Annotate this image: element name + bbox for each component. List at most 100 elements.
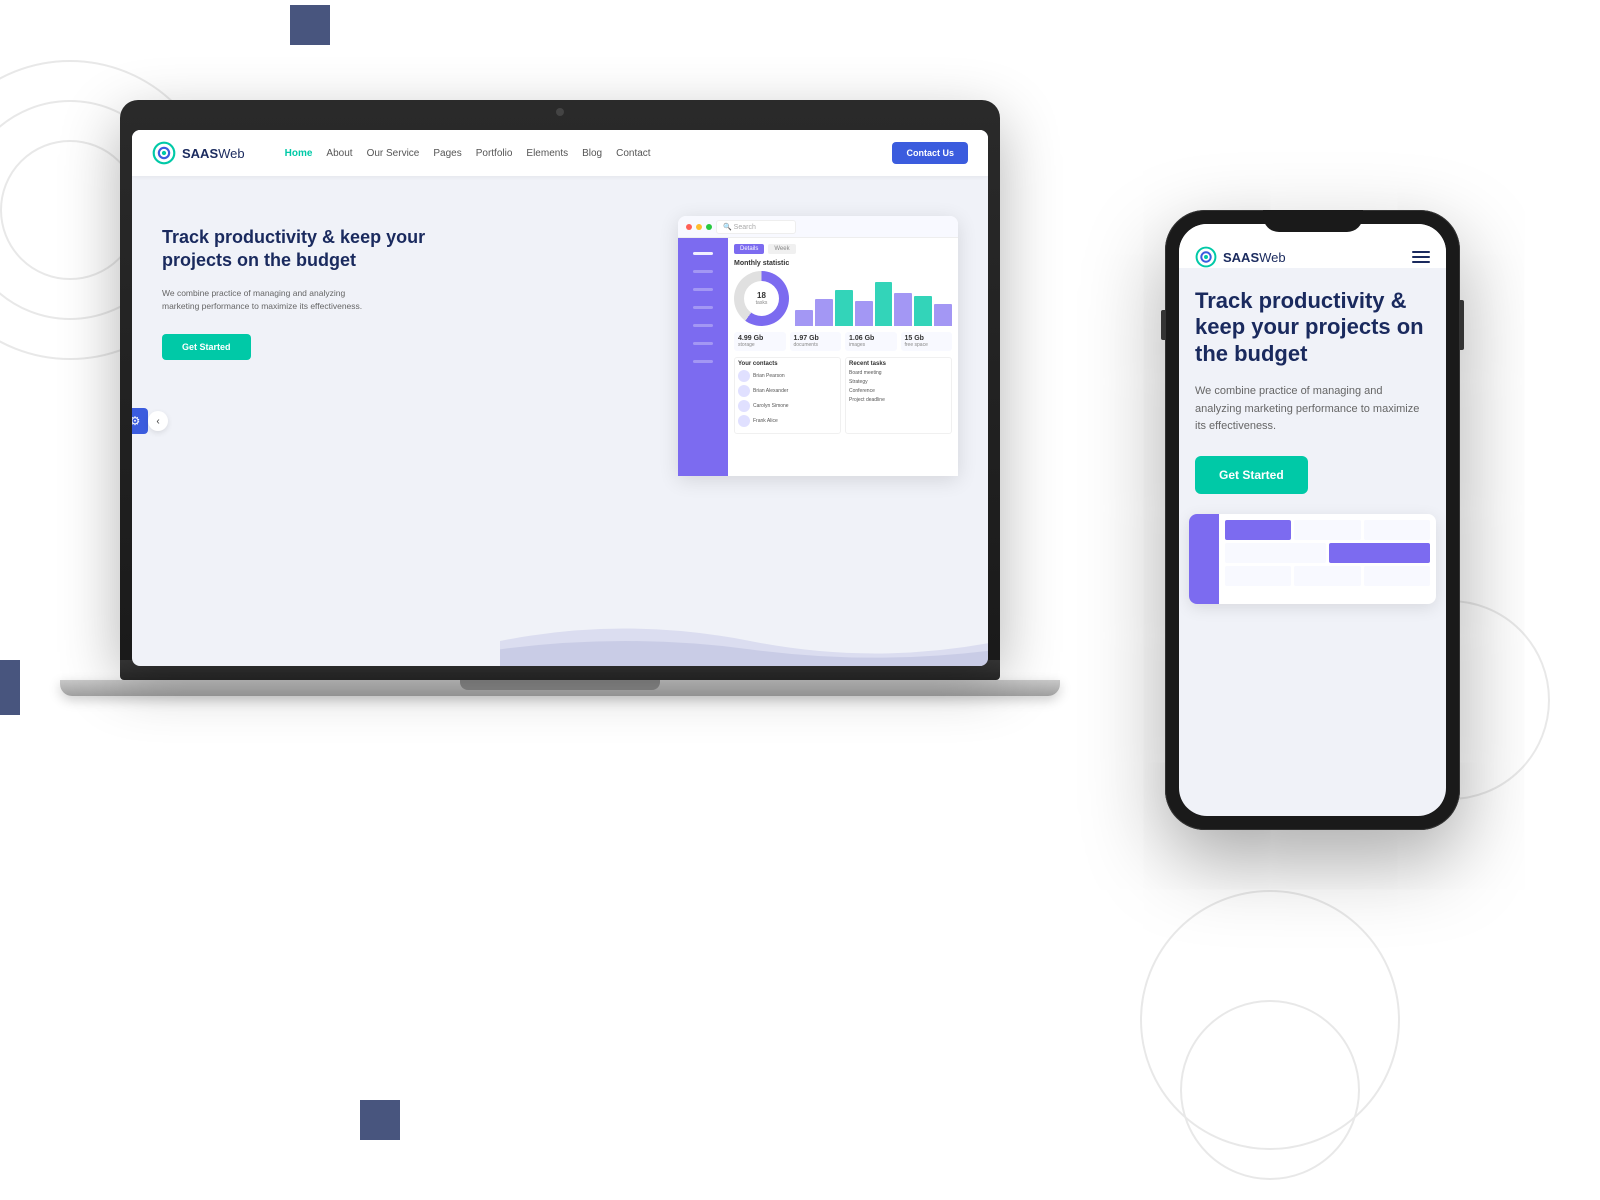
- sidebar-item-6[interactable]: [678, 334, 728, 352]
- phone-get-started-button[interactable]: Get Started: [1195, 456, 1308, 494]
- contact-2: Brian Alexander: [738, 385, 837, 397]
- contact-4: Frank Alice: [738, 415, 837, 427]
- logo-thin: Web: [218, 146, 245, 161]
- task-4: Project deadline: [849, 397, 948, 403]
- bar-chart: [795, 271, 952, 326]
- laptop-foot: [460, 680, 660, 690]
- laptop-screen: SAASWeb Home About Our Service Pages Por…: [132, 130, 988, 666]
- bar-7: [914, 296, 932, 326]
- phone-hero-section: Track productivity & keep your projects …: [1179, 268, 1446, 514]
- bar-6: [894, 293, 912, 326]
- contact-avatar-2: [738, 385, 750, 397]
- contacts-tasks-row: Your contacts Brian Pearson Brian Alexan…: [734, 357, 952, 434]
- dashboard-search[interactable]: 🔍 Search: [716, 220, 796, 234]
- menu-line-2: [1412, 256, 1430, 258]
- stat-lbl-1: storage: [738, 342, 782, 348]
- donut-chart: 18 tasks: [734, 271, 789, 326]
- settings-button[interactable]: ⚙: [132, 408, 148, 434]
- prev-arrow-button[interactable]: ‹: [148, 411, 168, 431]
- dashboard-header: 🔍 Search: [678, 216, 958, 238]
- contact-avatar-3: [738, 400, 750, 412]
- nav-about[interactable]: About: [326, 148, 352, 159]
- laptop-camera: [556, 108, 564, 116]
- task-info-1: Board meeting: [849, 370, 882, 376]
- nav-blog[interactable]: Blog: [582, 148, 602, 159]
- stat-lbl-4: free space: [905, 342, 949, 348]
- phone-hero-title: Track productivity & keep your projects …: [1195, 288, 1430, 367]
- contact-info-3: Carolyn Simone: [753, 403, 789, 409]
- task-info-4: Project deadline: [849, 397, 885, 403]
- phone-card-8: [1364, 566, 1430, 586]
- bar-1: [795, 310, 813, 327]
- sidebar-item-1[interactable]: [678, 244, 728, 262]
- contact-avatar-4: [738, 415, 750, 427]
- phone-dash-content: [1219, 514, 1436, 604]
- phone-logo-text: SAASWeb: [1223, 250, 1286, 265]
- task-3: Conference: [849, 388, 948, 394]
- hamburger-menu-icon[interactable]: [1412, 251, 1430, 263]
- nav-elements[interactable]: Elements: [526, 148, 568, 159]
- nav-pages[interactable]: Pages: [433, 148, 461, 159]
- bg-decoration-square-3: [360, 1100, 400, 1140]
- phone-dash-row-3: [1225, 566, 1430, 586]
- stat-card-images: 1.06 Gb images: [845, 332, 897, 351]
- task-info-3: Conference: [849, 388, 875, 394]
- sidebar-item-5[interactable]: [678, 316, 728, 334]
- sidebar-item-7[interactable]: [678, 352, 728, 370]
- stat-card-free: 15 Gb free space: [901, 332, 953, 351]
- phone-side-button-left: [1161, 310, 1165, 340]
- logo-bold: SAAS: [182, 146, 218, 161]
- sidebar-item-4[interactable]: [678, 298, 728, 316]
- bg-decoration-square-4: [0, 660, 20, 715]
- stat-card-docs: 1.97 Gb documents: [790, 332, 842, 351]
- contact-us-button[interactable]: Contact Us: [892, 142, 968, 164]
- contact-info-1: Brian Pearson: [753, 373, 785, 379]
- phone-notch: [1263, 210, 1363, 232]
- get-started-button[interactable]: Get Started: [162, 334, 251, 360]
- stat-card-storage: 4.99 Gb storage: [734, 332, 786, 351]
- laptop-mockup: SAASWeb Home About Our Service Pages Por…: [120, 100, 1000, 750]
- bar-2: [815, 299, 833, 327]
- stat-val-4: 15 Gb: [905, 335, 949, 342]
- bg-decoration-circle-3: [0, 140, 140, 280]
- phone-card-3: [1364, 520, 1430, 540]
- donut-number: 18: [757, 291, 766, 300]
- laptop-body: SAASWeb Home About Our Service Pages Por…: [120, 100, 1000, 660]
- nav-portfolio[interactable]: Portfolio: [476, 148, 513, 159]
- tab-week[interactable]: Week: [768, 244, 795, 254]
- task-2: Strategy: [849, 379, 948, 385]
- dashboard-sidebar: [678, 238, 728, 476]
- contact-info-4: Frank Alice: [753, 418, 778, 424]
- phone-card-5: [1329, 543, 1430, 563]
- phone-logo: SAASWeb: [1195, 246, 1286, 268]
- nav-home[interactable]: Home: [285, 148, 313, 159]
- donut-inner: 18 tasks: [744, 281, 779, 316]
- phone-dashboard-preview: [1189, 514, 1436, 604]
- bar-4: [855, 301, 873, 326]
- chart-area: 18 tasks: [734, 271, 952, 326]
- contacts-panel: Your contacts Brian Pearson Brian Alexan…: [734, 357, 841, 434]
- phone-card-6: [1225, 566, 1291, 586]
- task-1: Board meeting: [849, 370, 948, 376]
- traffic-red-dot: [686, 224, 692, 230]
- donut-label: tasks: [756, 300, 768, 306]
- laptop-hero-section: ⚙ ‹ Track productivity & keep your proje…: [132, 176, 988, 666]
- hero-title: Track productivity & keep your projects …: [162, 226, 480, 273]
- bg-decoration-square-1: [290, 5, 330, 45]
- sidebar-item-2[interactable]: [678, 262, 728, 280]
- nav-our-service[interactable]: Our Service: [367, 148, 420, 159]
- nav-contact[interactable]: Contact: [616, 148, 650, 159]
- phone-card-1: [1225, 520, 1291, 540]
- sidebar-item-3[interactable]: [678, 280, 728, 298]
- bg-decoration-circle-4: [1140, 890, 1400, 1150]
- phone-logo-icon: [1195, 246, 1217, 268]
- phone-dash-inner: [1189, 514, 1436, 604]
- stats-cards-row: 4.99 Gb storage 1.97 Gb documents 1.06 G…: [734, 332, 952, 351]
- hero-description: We combine practice of managing and anal…: [162, 287, 382, 314]
- tab-details[interactable]: Details: [734, 244, 764, 254]
- phone-body: SAASWeb Track productivity & keep your p…: [1165, 210, 1460, 830]
- phone-mockup: SAASWeb Track productivity & keep your p…: [1165, 210, 1460, 830]
- contact-info-2: Brian Alexander: [753, 388, 788, 394]
- stat-lbl-2: documents: [794, 342, 838, 348]
- contact-3: Carolyn Simone: [738, 400, 837, 412]
